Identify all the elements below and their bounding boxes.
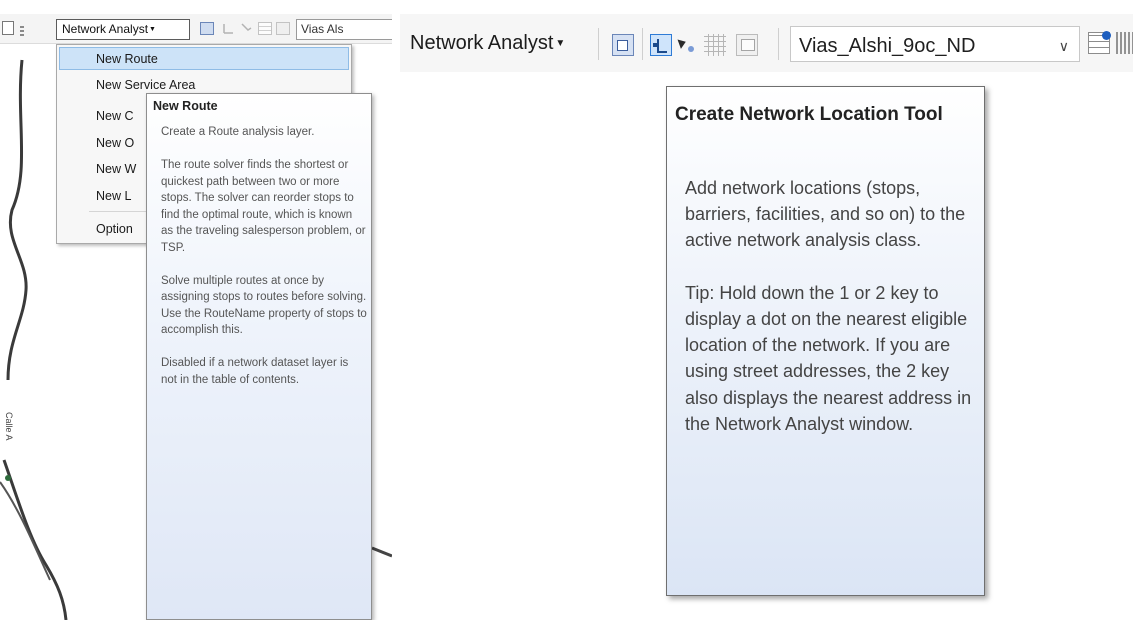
- network-dataset-dropdown[interactable]: Vias_Alshi_9oc_ND ∨: [790, 26, 1080, 62]
- network-dataset-dropdown[interactable]: Vias Als: [296, 19, 392, 40]
- tooltip-body: Add network locations (stops, barriers, …: [685, 178, 972, 434]
- select-move-location-icon[interactable]: [240, 22, 254, 35]
- toolbar-grip-handle[interactable]: [20, 26, 24, 38]
- network-analyst-toolbar: Network Analyst▼ Vias Als: [0, 14, 392, 44]
- map-street-label: Calle A: [4, 412, 14, 441]
- tooltip-title: New Route: [153, 99, 218, 113]
- right-screenshot-panel: Network Analyst ▼ Vias_Alshi_9oc_ND ∨ Crea…: [400, 0, 1133, 620]
- left-screenshot-panel: Calle A Network Analyst▼ Vias Als New Ro…: [0, 0, 392, 620]
- network-analyst-menu-button[interactable]: Network Analyst▼: [56, 19, 190, 40]
- road-line: [371, 546, 392, 558]
- directions-window-icon[interactable]: [276, 22, 290, 35]
- chevron-down-icon: ∨: [1058, 38, 1069, 54]
- dropdown-arrow-icon: ▼: [149, 26, 156, 34]
- toolbar-overflow-icon[interactable]: [1116, 32, 1133, 54]
- checkbox[interactable]: [2, 21, 14, 35]
- network-analyst-menu-button[interactable]: Network Analyst▼: [410, 32, 565, 55]
- tooltip-title: Create Network Location Tool: [675, 104, 943, 125]
- road-line: [2, 459, 68, 620]
- network-dataset-value: Vias_Alshi_9oc_ND: [799, 35, 976, 57]
- dropdown-arrow-icon: ▼: [555, 38, 566, 50]
- build-network-icon[interactable]: [1088, 31, 1111, 54]
- create-network-location-icon[interactable]: [650, 34, 672, 56]
- network-junction: [5, 475, 11, 481]
- road-line: [0, 481, 51, 581]
- network-analyst-label: Network Analyst: [62, 22, 149, 36]
- network-analyst-window-icon[interactable]: [200, 22, 214, 35]
- solve-grid-icon[interactable]: [704, 34, 726, 56]
- create-network-location-tooltip: Create Network Location Tool Add network…: [666, 86, 985, 596]
- network-analyst-toolbar: Network Analyst ▼ Vias_Alshi_9oc_ND ∨: [400, 14, 1133, 72]
- menu-item-new-route[interactable]: New Route: [59, 47, 349, 70]
- select-move-location-icon[interactable]: [676, 34, 698, 56]
- new-route-tooltip: New Route Create a Route analysis layer.…: [146, 93, 372, 620]
- solve-grid-icon[interactable]: [258, 22, 272, 35]
- create-network-location-icon[interactable]: [222, 22, 236, 35]
- network-analyst-label: Network Analyst: [410, 32, 554, 54]
- toolbar-separator: [642, 28, 643, 60]
- network-analyst-window-icon[interactable]: [612, 34, 634, 56]
- road-line: [6, 59, 28, 381]
- tooltip-body: Create a Route analysis layer. The route…: [161, 126, 367, 386]
- toolbar-separator: [778, 28, 779, 60]
- directions-window-icon[interactable]: [736, 34, 758, 56]
- toolbar-separator: [598, 28, 599, 60]
